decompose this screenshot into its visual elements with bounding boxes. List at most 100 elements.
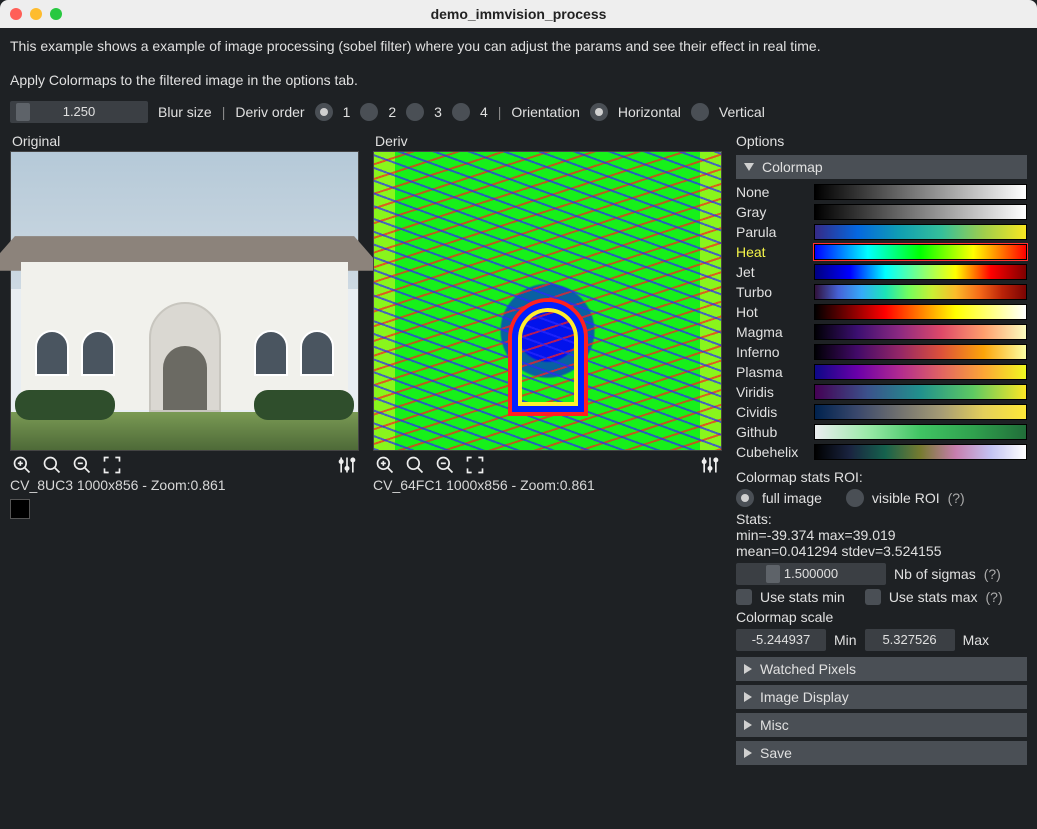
help-icon[interactable]: (?) <box>984 566 1001 582</box>
colormap-list: None Gray Parula Heat Jet Turbo Hot Magma Infern… <box>736 183 1027 461</box>
deriv-order-4-radio[interactable] <box>452 103 470 121</box>
colormap-name: Github <box>736 424 814 440</box>
colormap-section-label: Colormap <box>762 159 823 175</box>
image-display-label: Image Display <box>760 689 849 705</box>
nsigmas-value: 1.500000 <box>736 566 886 581</box>
colormap-row-cividis[interactable]: Cividis <box>736 403 1027 421</box>
scale-max-input[interactable]: 5.327526 <box>865 629 955 651</box>
intro-text: This example shows a example of image pr… <box>10 36 1027 91</box>
image-display-header[interactable]: Image Display <box>736 685 1027 709</box>
colormap-scale-label: Colormap scale <box>736 609 1027 625</box>
colormap-gradient <box>814 364 1027 380</box>
colormap-row-cubehelix[interactable]: Cubehelix <box>736 443 1027 461</box>
scale-min-input[interactable]: -5.244937 <box>736 629 826 651</box>
colormap-name: Cubehelix <box>736 444 814 460</box>
fit-icon[interactable] <box>465 455 485 475</box>
colormap-row-viridis[interactable]: Viridis <box>736 383 1027 401</box>
blur-size-slider[interactable]: 1.250 <box>10 101 148 123</box>
fit-icon[interactable] <box>102 455 122 475</box>
colormap-gradient <box>814 444 1027 460</box>
separator-icon: | <box>498 104 502 120</box>
zoom-out-icon[interactable] <box>435 455 455 475</box>
colormap-gradient <box>814 284 1027 300</box>
deriv-title: Deriv <box>375 133 722 149</box>
colormap-name: Magma <box>736 324 814 340</box>
use-stats-max-check[interactable] <box>865 589 881 605</box>
zoom-out-icon[interactable] <box>72 455 92 475</box>
deriv-order-2-label: 2 <box>388 104 396 120</box>
chevron-right-icon <box>744 664 752 674</box>
roi-visible-radio[interactable] <box>846 489 864 507</box>
help-icon[interactable]: (?) <box>986 589 1003 605</box>
roi-visible-label: visible ROI <box>872 490 940 506</box>
colormap-row-gray[interactable]: Gray <box>736 203 1027 221</box>
colormap-gradient <box>814 224 1027 240</box>
use-stats-min-check[interactable] <box>736 589 752 605</box>
original-pane: Original <box>10 133 359 519</box>
colormap-gradient <box>814 344 1027 360</box>
settings-icon[interactable] <box>700 455 720 475</box>
colormap-name: None <box>736 184 814 200</box>
blur-size-label: Blur size <box>158 104 212 120</box>
colormap-name: Gray <box>736 204 814 220</box>
stats-line-2: mean=0.041294 stdev=3.524155 <box>736 543 1027 559</box>
separator-icon: | <box>222 104 226 120</box>
colormap-row-jet[interactable]: Jet <box>736 263 1027 281</box>
colormap-name: Viridis <box>736 384 814 400</box>
colormap-gradient <box>814 424 1027 440</box>
use-stats-max-label: Use stats max <box>889 589 978 605</box>
colormap-row-magma[interactable]: Magma <box>736 323 1027 341</box>
help-icon[interactable]: (?) <box>948 490 965 506</box>
zoom-in-icon[interactable] <box>12 455 32 475</box>
misc-header[interactable]: Misc <box>736 713 1027 737</box>
zoom-in-icon[interactable] <box>375 455 395 475</box>
colormap-row-turbo[interactable]: Turbo <box>736 283 1027 301</box>
chevron-down-icon <box>744 163 754 171</box>
original-image[interactable] <box>10 151 359 451</box>
colormap-row-none[interactable]: None <box>736 183 1027 201</box>
colormap-gradient <box>814 324 1027 340</box>
intro-line-2: Apply Colormaps to the filtered image in… <box>10 70 1027 90</box>
save-header[interactable]: Save <box>736 741 1027 765</box>
orientation-horizontal-radio[interactable] <box>590 103 608 121</box>
deriv-order-2-radio[interactable] <box>360 103 378 121</box>
settings-icon[interactable] <box>337 455 357 475</box>
colormap-name: Jet <box>736 264 814 280</box>
colormap-gradient <box>814 184 1027 200</box>
colormap-row-plasma[interactable]: Plasma <box>736 363 1027 381</box>
stats-label: Stats: <box>736 511 1027 527</box>
colormap-row-github[interactable]: Github <box>736 423 1027 441</box>
options-title: Options <box>736 133 1027 149</box>
roi-full-image-radio[interactable] <box>736 489 754 507</box>
deriv-image[interactable] <box>373 151 722 451</box>
orientation-vertical-radio[interactable] <box>691 103 709 121</box>
colormap-name: Hot <box>736 304 814 320</box>
nsigmas-label: Nb of sigmas <box>894 566 976 582</box>
pixel-swatch <box>10 499 30 519</box>
use-stats-min-label: Use stats min <box>760 589 845 605</box>
zoom-reset-icon[interactable] <box>42 455 62 475</box>
nsigmas-slider[interactable]: 1.500000 <box>736 563 886 585</box>
colormap-gradient <box>814 244 1027 260</box>
zoom-reset-icon[interactable] <box>405 455 425 475</box>
roi-full-image-label: full image <box>762 490 822 506</box>
chevron-right-icon <box>744 748 752 758</box>
deriv-order-4-label: 4 <box>480 104 488 120</box>
orientation-vertical-label: Vertical <box>719 104 765 120</box>
colormap-row-heat[interactable]: Heat <box>736 243 1027 261</box>
chevron-right-icon <box>744 692 752 702</box>
window-title: demo_immvision_process <box>0 6 1037 22</box>
original-title: Original <box>12 133 359 149</box>
colormap-gradient <box>814 204 1027 220</box>
chevron-right-icon <box>744 720 752 730</box>
colormap-name: Plasma <box>736 364 814 380</box>
colormap-row-inferno[interactable]: Inferno <box>736 343 1027 361</box>
colormap-section-header[interactable]: Colormap <box>736 155 1027 179</box>
scale-max-label: Max <box>963 632 989 648</box>
colormap-row-hot[interactable]: Hot <box>736 303 1027 321</box>
colormap-row-parula[interactable]: Parula <box>736 223 1027 241</box>
deriv-order-1-radio[interactable] <box>315 103 333 121</box>
deriv-order-label: Deriv order <box>235 104 304 120</box>
deriv-order-3-radio[interactable] <box>406 103 424 121</box>
watched-pixels-header[interactable]: Watched Pixels <box>736 657 1027 681</box>
